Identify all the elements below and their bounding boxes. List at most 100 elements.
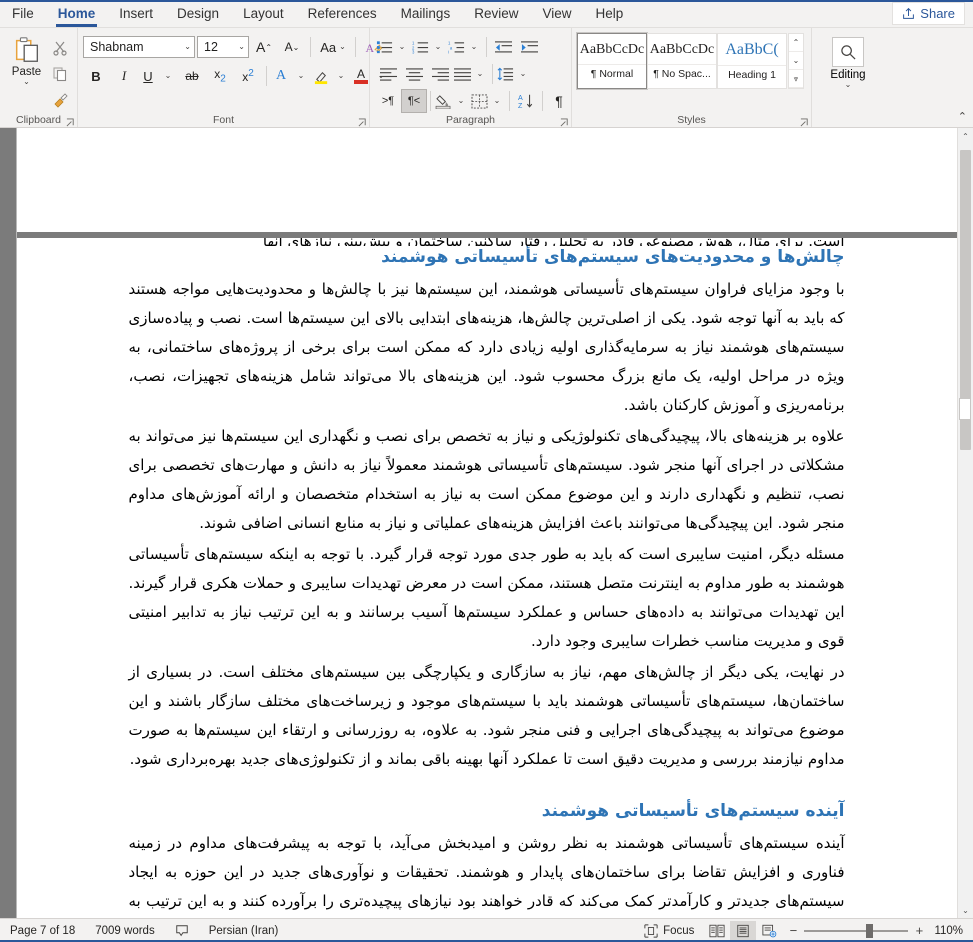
styles-dialog-launcher[interactable] xyxy=(800,118,809,127)
underline-dropdown[interactable]: ⌄ xyxy=(159,64,177,88)
styles-scroll-down[interactable]: ⌄ xyxy=(789,52,803,70)
style-item-heading-1[interactable]: AaBbC( Heading 1 xyxy=(717,33,787,89)
status-page-number[interactable]: Page 7 of 18 xyxy=(0,925,85,937)
underline-button[interactable]: U xyxy=(139,64,157,88)
cut-button[interactable] xyxy=(48,36,72,60)
styles-more-button[interactable]: ⩔ xyxy=(789,70,803,88)
decrease-indent-button[interactable] xyxy=(490,35,516,59)
styles-scroll-up[interactable]: ⌃ xyxy=(789,34,803,52)
editing-button[interactable]: Editing ⌄ xyxy=(817,31,879,89)
italic-button[interactable]: I xyxy=(111,64,137,88)
align-left-button[interactable] xyxy=(375,62,401,86)
strikethrough-button[interactable]: ab xyxy=(179,64,205,88)
paste-dropdown-caret[interactable]: ⌄ xyxy=(23,78,30,86)
paragraph-3: مسئله دیگر، امنیت سایبری است که باید به … xyxy=(128,544,845,650)
status-proofing-status[interactable] xyxy=(165,924,199,938)
zoom-track[interactable] xyxy=(804,923,909,938)
font-size-value: 12 xyxy=(204,40,218,54)
document-page[interactable]: است. برای مثال، هوش مصنوعی قادر به تحلیل… xyxy=(16,128,957,918)
zoom-level-label[interactable]: 110% xyxy=(930,925,973,937)
vertical-scrollbar[interactable]: ⌃ ⌄ xyxy=(957,128,973,918)
multilevel-list-button[interactable]: 1ai xyxy=(447,35,465,59)
change-case-button[interactable]: Aa ⌄ xyxy=(316,35,350,59)
tab-file[interactable]: File xyxy=(0,0,46,27)
line-spacing-button[interactable] xyxy=(496,62,514,86)
highlight-button[interactable] xyxy=(312,64,330,88)
shading-button[interactable] xyxy=(434,89,452,113)
editing-dropdown-caret[interactable]: ⌄ xyxy=(845,81,852,89)
tab-mailings[interactable]: Mailings xyxy=(389,0,463,27)
focus-mode-button[interactable]: Focus xyxy=(634,923,704,938)
show-formatting-marks-button[interactable]: ¶ xyxy=(546,89,572,113)
rtl-text-direction-button[interactable]: ¶< xyxy=(401,89,427,113)
font-color-button[interactable]: A xyxy=(352,64,370,88)
font-dialog-launcher[interactable] xyxy=(358,118,367,127)
read-mode-icon xyxy=(709,924,725,938)
status-word-count[interactable]: 7009 words xyxy=(85,925,164,937)
tab-review[interactable]: Review xyxy=(462,0,530,27)
copy-button[interactable] xyxy=(48,62,72,86)
zoom-thumb[interactable] xyxy=(866,923,874,938)
ribbon-group-font: Shabnam ⌄ 12 ⌄ A ⌃ A ⌄ Aa ⌄ A B I U ⌄ ab… xyxy=(78,28,384,127)
scroll-down-button[interactable]: ⌄ xyxy=(958,902,973,918)
web-layout-button[interactable] xyxy=(756,921,782,941)
share-button[interactable]: Share xyxy=(892,2,965,25)
style-name-no-spacing: ¶ No Spac... xyxy=(648,64,716,80)
increase-indent-button[interactable] xyxy=(516,35,542,59)
sort-button[interactable]: AZ xyxy=(513,89,539,113)
bullets-button[interactable] xyxy=(375,35,393,59)
justify-dropdown[interactable]: ⌄ xyxy=(471,62,489,86)
text-effects-dropdown[interactable]: ⌄ xyxy=(292,64,310,88)
text-effects-button[interactable]: A xyxy=(272,64,290,88)
paragraph-5: آینده سیستم‌های تأسیساتی هوشمند به نظر ر… xyxy=(128,833,845,910)
font-size-combo[interactable]: 12 ⌄ xyxy=(197,36,249,58)
style-item-normal[interactable]: AaBbCcDc ¶ Normal xyxy=(576,32,648,90)
tab-help[interactable]: Help xyxy=(584,0,636,27)
line-spacing-dropdown[interactable]: ⌄ xyxy=(514,62,532,86)
multilevel-list-dropdown[interactable]: ⌄ xyxy=(465,35,483,59)
format-painter-button[interactable] xyxy=(48,88,72,112)
clipboard-dialog-launcher[interactable] xyxy=(66,118,75,127)
shading-dropdown[interactable]: ⌄ xyxy=(452,89,470,113)
highlight-dropdown[interactable]: ⌄ xyxy=(332,64,350,88)
scroll-up-button[interactable]: ⌃ xyxy=(958,128,973,144)
bold-button[interactable]: B xyxy=(83,64,109,88)
zoom-in-button[interactable]: + xyxy=(914,923,924,938)
bullets-dropdown[interactable]: ⌄ xyxy=(393,35,411,59)
grow-font-button[interactable]: A ⌃ xyxy=(251,35,277,59)
underline-label: U xyxy=(143,68,153,84)
font-size-caret[interactable]: ⌄ xyxy=(238,43,245,51)
borders-button[interactable] xyxy=(470,89,488,113)
font-name-caret[interactable]: ⌄ xyxy=(184,43,191,51)
read-mode-button[interactable] xyxy=(704,921,730,941)
tab-layout[interactable]: Layout xyxy=(231,0,296,27)
status-language[interactable]: Persian (Iran) xyxy=(199,925,289,937)
tab-home[interactable]: Home xyxy=(46,0,108,27)
tab-view[interactable]: View xyxy=(530,0,583,27)
document-body[interactable]: چالش‌ها و محدودیت‌های سیستم‌های تأسیساتی… xyxy=(129,128,845,918)
superscript-button[interactable]: x2 xyxy=(235,64,261,88)
share-label: Share xyxy=(920,6,955,21)
tab-insert[interactable]: Insert xyxy=(107,0,165,27)
font-color-icon: A xyxy=(354,68,368,84)
tab-references[interactable]: References xyxy=(296,0,389,27)
print-layout-button[interactable] xyxy=(730,920,757,941)
zoom-slider[interactable]: − + xyxy=(782,923,930,938)
justify-button[interactable] xyxy=(453,62,471,86)
numbering-button[interactable]: 123 xyxy=(411,35,429,59)
paste-button[interactable]: Paste ⌄ xyxy=(5,31,48,86)
shrink-font-button[interactable]: A ⌄ xyxy=(279,35,305,59)
tab-design[interactable]: Design xyxy=(165,0,231,27)
heading-challenges: چالش‌ها و محدودیت‌های سیستم‌های تأسیساتی… xyxy=(381,247,845,267)
numbering-dropdown[interactable]: ⌄ xyxy=(429,35,447,59)
align-right-button[interactable] xyxy=(427,62,453,86)
align-center-button[interactable] xyxy=(401,62,427,86)
font-name-combo[interactable]: Shabnam ⌄ xyxy=(83,36,195,58)
paragraph-dialog-launcher[interactable] xyxy=(560,118,569,127)
collapse-ribbon-button[interactable]: ⌃ xyxy=(958,110,967,123)
subscript-button[interactable]: x2 xyxy=(207,64,233,88)
style-item-no-spacing[interactable]: AaBbCcDc ¶ No Spac... xyxy=(647,33,717,89)
borders-dropdown[interactable]: ⌄ xyxy=(488,89,506,113)
zoom-out-button[interactable]: − xyxy=(788,923,798,938)
ltr-text-direction-button[interactable]: >¶ xyxy=(375,89,401,113)
